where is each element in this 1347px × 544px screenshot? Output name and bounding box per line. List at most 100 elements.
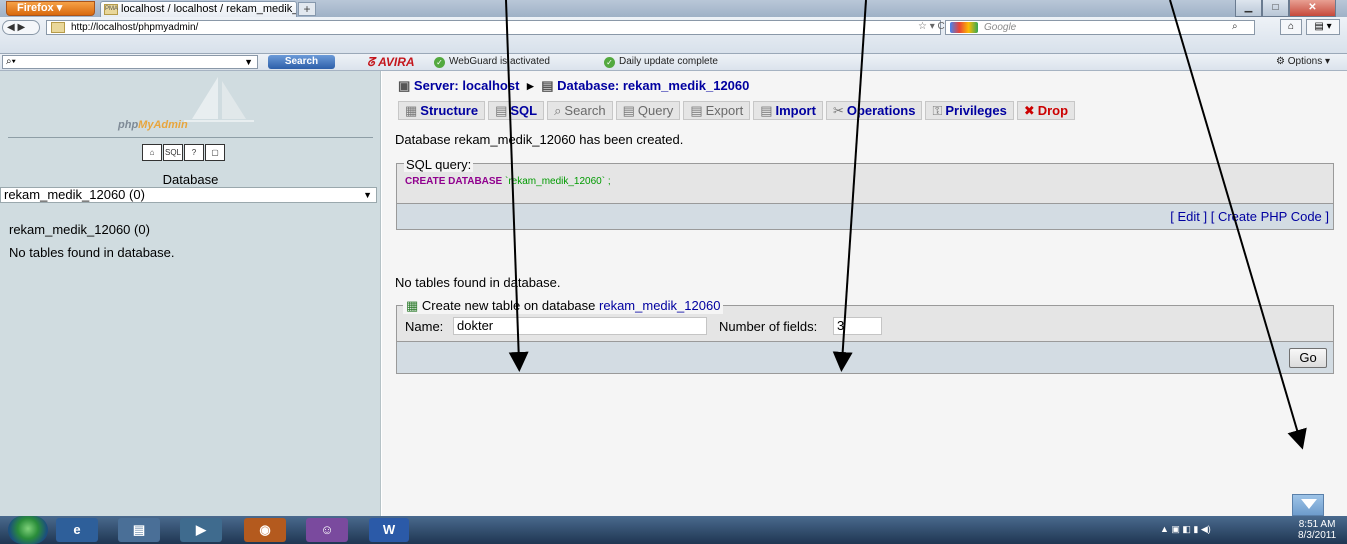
- close-window-button[interactable]: ✕: [1289, 0, 1336, 17]
- tab-export[interactable]: ▤ Export: [683, 101, 751, 120]
- create-table-db-link[interactable]: rekam_medik_12060: [599, 298, 720, 313]
- internet-explorer-icon[interactable]: e: [56, 518, 98, 542]
- back-forward-buttons[interactable]: ◀ ▶: [2, 20, 40, 35]
- import-icon: ▤: [760, 103, 773, 118]
- sql-keyword: CREATE DATABASE: [405, 176, 503, 187]
- sql-query-text: CREATE DATABASE `rekam_medik_12060` ;: [405, 176, 611, 187]
- tab-sql[interactable]: ▤ SQL: [488, 101, 545, 120]
- webguard-status[interactable]: ✓ WebGuard is activated: [434, 56, 550, 68]
- browser-title-bar: Firefox ▾ PMA localhost / localhost / re…: [0, 0, 1347, 17]
- number-of-fields-input[interactable]: 3: [833, 317, 882, 335]
- edit-link[interactable]: [ Edit ]: [1170, 209, 1207, 224]
- url-bar[interactable]: http://localhost/phpmyadmin/: [46, 20, 941, 35]
- google-search-box[interactable]: Google: [945, 20, 1255, 35]
- sidebar-no-tables-message: No tables found in database.: [9, 245, 175, 260]
- tab-label: Privileges: [945, 103, 1007, 118]
- system-tray-icons[interactable]: ▲ ▣ ◧ ▮ ◀): [1160, 524, 1211, 535]
- site-favicon-icon: [51, 22, 65, 33]
- sql-query-icon[interactable]: SQL: [163, 144, 183, 161]
- tab-import[interactable]: ▤ Import: [753, 101, 823, 120]
- minimize-button[interactable]: ▁: [1235, 0, 1262, 17]
- dropdown-arrow-icon[interactable]: ▼: [244, 56, 253, 68]
- breadcrumb-separator-icon: ▸: [527, 78, 534, 93]
- clock-date: 8/3/2011: [1298, 530, 1337, 541]
- avira-toolbar: ⌕▾ ▼ Search ᘔ AVIRA ✓ WebGuard is activate…: [0, 54, 1347, 71]
- avira-search-button[interactable]: Search: [268, 55, 335, 69]
- server-icon: ▣: [398, 78, 411, 93]
- yahoo-messenger-icon[interactable]: ☺: [306, 518, 348, 542]
- firefox-menu-button[interactable]: Firefox ▾: [6, 1, 95, 16]
- bookmark-star-reload-icon[interactable]: ☆ ▾ C: [918, 21, 945, 32]
- home-icon[interactable]: ⌂: [142, 144, 162, 161]
- bookmarks-icon[interactable]: ▤ ▾: [1306, 19, 1340, 35]
- sql-icon: ▤: [495, 103, 508, 118]
- tab-label: Query: [637, 103, 674, 118]
- breadcrumb: ▣ Server: localhost ▸ ▤ Database: rekam_…: [398, 78, 749, 94]
- table-name-input[interactable]: dokter: [453, 317, 707, 335]
- tab-label: Export: [705, 103, 744, 118]
- query-window-icon[interactable]: ▢: [205, 144, 225, 161]
- new-table-icon: ▦: [406, 298, 419, 313]
- database-link[interactable]: rekam_medik_12060 (0): [9, 222, 150, 237]
- arrow-down-icon: [1301, 499, 1317, 509]
- go-button[interactable]: Go: [1289, 348, 1327, 368]
- tab-title: localhost / localhost / rekam_medik_120.…: [121, 3, 296, 15]
- breadcrumb-server[interactable]: Server: localhost: [414, 78, 520, 93]
- media-player-icon[interactable]: ▶: [180, 518, 222, 542]
- update-status[interactable]: ✓ Daily update complete: [604, 56, 718, 68]
- tab-search[interactable]: ⌕ Search: [547, 101, 613, 120]
- avira-logo: ᘔ AVIRA: [367, 55, 415, 69]
- back-arrow-icon[interactable]: ◀: [7, 22, 15, 33]
- tab-privileges[interactable]: ⚿ Privileges: [925, 101, 1014, 120]
- maximize-button[interactable]: □: [1262, 0, 1289, 17]
- browser-tab-active[interactable]: PMA localhost / localhost / rekam_medik_…: [100, 1, 297, 17]
- file-explorer-icon[interactable]: ▤: [118, 518, 160, 542]
- new-tab-button[interactable]: +: [298, 2, 316, 16]
- webguard-text: WebGuard is activated: [449, 56, 550, 67]
- database-tabs: ▦ Structure ▤ SQL ⌕ Search ▤ Query ▤ Export ▤ Impor…: [398, 101, 1078, 121]
- home-icon[interactable]: ⌂: [1280, 19, 1302, 35]
- sql-query-fieldset: SQL query: CREATE DATABASE `rekam_medik_…: [396, 157, 1334, 204]
- windows-start-button[interactable]: [8, 516, 48, 544]
- sidebar-quick-icons: ⌂ SQL? ▢: [142, 143, 226, 161]
- sql-links: [ Edit ] [ Create PHP Code ]: [1170, 209, 1329, 224]
- privileges-icon: ⚿: [932, 103, 943, 118]
- breadcrumb-database[interactable]: Database: rekam_medik_12060: [557, 78, 749, 93]
- update-text: Daily update complete: [619, 56, 718, 67]
- phpmyadmin-logo[interactable]: phpMyAdmin: [118, 119, 188, 131]
- options-label: Options: [1287, 56, 1323, 67]
- create-php-code-link[interactable]: [ Create PHP Code ]: [1211, 209, 1329, 224]
- google-search-placeholder: Google: [984, 22, 1017, 33]
- logo-php-text: php: [118, 119, 139, 131]
- create-table-legend-text: Create new table on database: [421, 298, 596, 313]
- forward-arrow-icon[interactable]: ▶: [17, 22, 25, 33]
- docs-icon[interactable]: ?: [184, 144, 204, 161]
- tab-label: Import: [775, 103, 816, 118]
- name-label: Name:: [405, 319, 444, 334]
- check-icon: ✓: [604, 57, 615, 68]
- tab-drop[interactable]: ✖ Drop: [1016, 101, 1076, 120]
- google-search-icon[interactable]: ⌕: [1232, 21, 1238, 32]
- tab-structure[interactable]: ▦ Structure: [398, 101, 486, 120]
- query-icon: ▤: [622, 103, 635, 118]
- firefox-taskbar-icon[interactable]: ◉: [244, 518, 286, 542]
- windows-taskbar: e ▤ ▶ ◉ ☺ W ▲ ▣ ◧ ▮ ◀) 8:51 AM 8/3/2011: [0, 516, 1347, 544]
- search-icon: ⌕: [554, 103, 562, 118]
- search-icon: ⌕▾: [6, 56, 16, 67]
- create-table-footer: Go: [396, 342, 1334, 374]
- tab-query[interactable]: ▤ Query: [615, 101, 681, 120]
- operations-icon: ✂: [832, 103, 844, 118]
- sql-query-footer: [ Edit ] [ Create PHP Code ]: [396, 204, 1334, 230]
- sql-string: `rekam_medik_12060` ;: [505, 176, 611, 187]
- database-select[interactable]: rekam_medik_12060 (0) ▼: [0, 187, 377, 203]
- word-taskbar-icon[interactable]: W: [369, 518, 409, 542]
- tab-label: Structure: [420, 103, 479, 118]
- avira-options-menu[interactable]: ⚙ Options ▾: [1276, 56, 1330, 67]
- clock-time: 8:51 AM: [1298, 519, 1336, 530]
- create-table-legend: ▦ Create new table on database rekam_med…: [403, 298, 724, 314]
- avira-search-input[interactable]: ⌕▾ ▼: [2, 55, 258, 69]
- system-clock[interactable]: 8:51 AM 8/3/2011: [1298, 519, 1336, 541]
- structure-icon: ▦: [405, 103, 418, 118]
- tab-operations[interactable]: ✂ Operations: [825, 101, 923, 120]
- scroll-to-top-button[interactable]: [1292, 494, 1324, 516]
